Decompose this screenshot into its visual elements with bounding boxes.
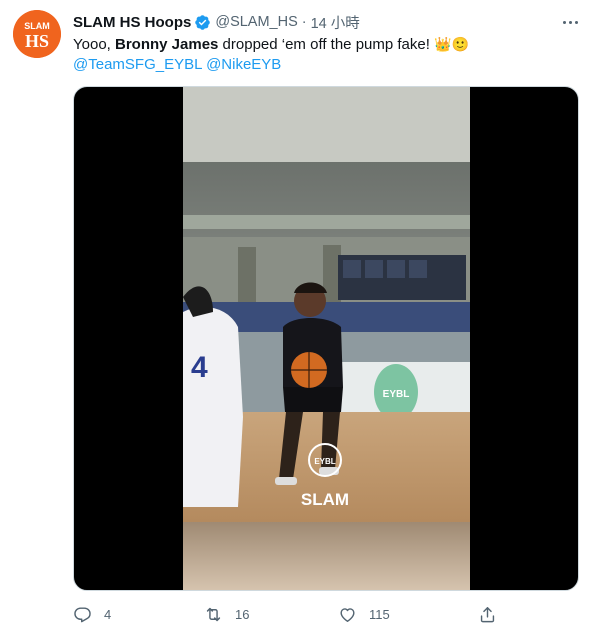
reply-button[interactable]: 4 bbox=[73, 600, 111, 628]
like-button[interactable]: 115 bbox=[338, 600, 390, 628]
verified-badge-icon bbox=[195, 14, 211, 30]
share-button[interactable] bbox=[478, 600, 497, 628]
svg-text:SLAM: SLAM bbox=[24, 21, 50, 31]
slam-hs-logo: SLAM HS bbox=[13, 10, 61, 58]
video-frame: EYBL 4 EYBL SLAM bbox=[183, 87, 470, 590]
svg-text:HS: HS bbox=[25, 31, 49, 51]
tweet-text: Yooo, Bronny James dropped ‘em off the p… bbox=[73, 34, 573, 76]
reply-count: 4 bbox=[104, 606, 112, 622]
mention-link[interactable]: @TeamSFG_EYBL bbox=[73, 56, 202, 73]
timestamp[interactable]: 14 小時 bbox=[311, 12, 360, 33]
jersey-number: 4 bbox=[191, 351, 208, 384]
video-slam-watermark: SLAM bbox=[301, 490, 349, 509]
tweet[interactable]: SLAM HS SLAM HS Hoops @SLAM_HS · 14 小時 Y… bbox=[0, 0, 593, 634]
smile-emoji-icon: 🙂 bbox=[451, 36, 469, 52]
tweet-header: SLAM HS Hoops @SLAM_HS · 14 小時 bbox=[73, 12, 360, 32]
retweet-icon bbox=[206, 607, 221, 621]
share-icon bbox=[480, 606, 495, 622]
more-options-icon[interactable] bbox=[559, 12, 581, 32]
avatar[interactable]: SLAM HS bbox=[13, 10, 61, 58]
crown-emoji-icon: 👑 bbox=[434, 36, 452, 52]
retweet-count: 16 bbox=[235, 606, 250, 622]
like-count: 115 bbox=[369, 606, 390, 622]
tweet-text-bold: Bronny James bbox=[115, 36, 219, 53]
display-name[interactable]: SLAM HS Hoops bbox=[73, 14, 191, 31]
retweet-button[interactable]: 16 bbox=[204, 600, 249, 628]
tweet-actions: 4 16 115 bbox=[73, 600, 573, 628]
reply-icon bbox=[74, 606, 91, 622]
tweet-text-before: Yooo, bbox=[73, 36, 115, 53]
handle[interactable]: @SLAM_HS bbox=[215, 14, 297, 30]
video-player[interactable]: EYBL 4 EYBL SLAM bbox=[73, 86, 579, 591]
like-icon bbox=[340, 607, 355, 622]
video-eybl-watermark: EYBL bbox=[314, 457, 335, 466]
court-eybl-logo: EYBL bbox=[383, 389, 410, 400]
mention-link[interactable]: @NikeEYB bbox=[206, 56, 281, 73]
tweet-text-after: dropped ‘em off the pump fake! bbox=[218, 36, 435, 53]
separator-dot: · bbox=[301, 14, 307, 30]
